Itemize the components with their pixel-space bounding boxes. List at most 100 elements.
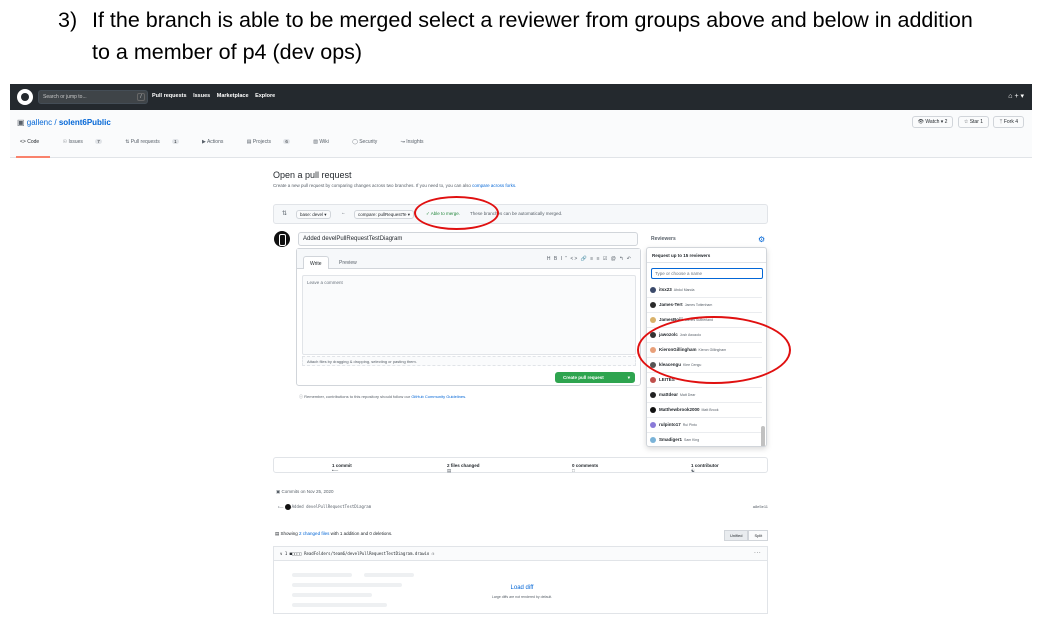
tab-pull-requests[interactable]: ⇅ Pull requests 1	[125, 139, 189, 145]
pr-stats-bar: •— 1 commit ▤ 2 files changed □ 0 commen…	[273, 457, 768, 473]
comment-icon: □	[572, 468, 575, 473]
community-guidelines-link[interactable]: GitHub Community Guidelines.	[411, 394, 466, 399]
star-label: Star	[969, 119, 979, 125]
dropdown-scrollbar[interactable]	[761, 426, 765, 446]
reviewer-login: Smadiger1	[659, 437, 683, 442]
stat-files[interactable]: ▤ 2 files changed	[447, 463, 480, 473]
avatar	[650, 287, 656, 293]
tab-insights-label: Insights	[406, 139, 424, 145]
reviewer-item[interactable]: mattdear Matt Dear	[647, 388, 762, 403]
attach-files-hint[interactable]: Attach files by dragging & dropping, sel…	[302, 356, 636, 366]
caret-down-icon[interactable]: ▾	[628, 375, 630, 381]
avatar[interactable]	[274, 231, 290, 247]
avatar	[650, 377, 656, 383]
page-subtitle: Create a new pull request by comparing c…	[273, 183, 516, 188]
reviewer-fullname: Rui Pinto	[682, 423, 697, 427]
nav-pull-requests[interactable]: Pull requests	[152, 93, 187, 99]
placeholder-line	[364, 573, 414, 577]
tab-security-label: Security	[359, 139, 378, 145]
fork-count: 4	[1015, 119, 1018, 125]
reviewer-login: rulpinto17	[659, 422, 681, 427]
tab-issues-count: 7	[95, 139, 102, 144]
reviewer-item[interactable]: James-Tert James Tottenham	[647, 298, 762, 313]
step-text: If the branch is able to be merged selec…	[92, 8, 973, 64]
tab-insights[interactable]: ↝ Insights	[401, 139, 435, 145]
step-number: 3)	[58, 8, 78, 32]
tab-write[interactable]: Write	[303, 256, 329, 269]
tab-code[interactable]: <> Code	[20, 139, 50, 145]
watch-button[interactable]: 👁 Watch ▾ 2	[911, 116, 954, 128]
reviewer-fullname: Matt Brook	[701, 408, 719, 412]
reviewer-item[interactable]: Smadiger1 Sam King	[647, 433, 762, 446]
repo-icon: ▣	[17, 118, 27, 127]
comment-textarea[interactable]: Leave a comment	[302, 275, 636, 355]
changed-files-link[interactable]: 2 changed files	[299, 531, 329, 536]
stat-comments[interactable]: □ 0 comments	[572, 463, 598, 473]
commits-date: ▣ Commits on Nov 25, 2020	[276, 489, 334, 495]
stat-contributors[interactable]: ☯ 1 contributor	[691, 463, 719, 473]
reviewer-item[interactable]: itsx23 Abdul Manda	[647, 283, 762, 298]
load-diff-link[interactable]: Load diff	[511, 585, 534, 591]
avatar	[650, 302, 656, 308]
split-button[interactable]: Split	[748, 530, 769, 541]
commit-message[interactable]: Added develPullRequestTestDiagram	[292, 504, 371, 509]
people-icon: ☯	[691, 468, 696, 473]
placeholder-line	[292, 593, 372, 597]
reviewer-item[interactable]: Matthewbrook2000 Matt Brook	[647, 403, 762, 418]
slash-key-icon: /	[137, 93, 145, 101]
showing-suffix: with 1 addition and 0 deletions.	[330, 531, 393, 536]
avatar	[650, 317, 656, 323]
search-input[interactable]: Search or jump to... /	[38, 90, 148, 104]
reviewers-label[interactable]: Reviewers	[651, 236, 676, 242]
tab-projects-count: 6	[283, 139, 290, 144]
tab-projects[interactable]: ▤ Projects 6	[247, 139, 301, 145]
gear-icon[interactable]: ⚙	[758, 235, 765, 244]
create-pull-request-button[interactable]: Create pull request ▾	[555, 372, 635, 383]
reviewer-fullname: Matt Dear	[680, 393, 696, 397]
header-user-icons[interactable]: ⌂ + ▾	[1008, 92, 1024, 100]
nav-issues[interactable]: Issues	[193, 93, 210, 99]
reviewer-item[interactable]: rulpinto17 Rui Pinto	[647, 418, 762, 433]
fork-button[interactable]: ᛉ Fork 4	[993, 116, 1024, 128]
file-path[interactable]: ∨ 1 ■□□□□ ReadFolders/team6/develPullReq…	[280, 551, 434, 556]
reviewer-login: James-Tert	[659, 302, 683, 307]
reviewer-login: mattdear	[659, 392, 679, 397]
nav-explore[interactable]: Explore	[255, 93, 275, 99]
repo-actions: 👁 Watch ▾ 2 ☆ Star 1 ᛉ Fork 4	[909, 116, 1024, 128]
avatar	[650, 407, 656, 413]
github-header: Search or jump to... / Pull requests Iss…	[10, 84, 1032, 110]
tab-security[interactable]: ◯ Security	[352, 139, 388, 145]
commits-date-text: Commits on Nov 25, 2020	[281, 489, 334, 494]
base-branch-select[interactable]: base: devel ▾	[296, 210, 331, 219]
tab-actions[interactable]: ▶ Actions	[202, 139, 234, 145]
commit-avatar[interactable]	[284, 504, 291, 510]
contribution-reminder: ⓘ Remember, contributions to this reposi…	[299, 394, 466, 400]
compare-forks-link[interactable]: compare across forks.	[472, 183, 516, 188]
tab-actions-label: Actions	[206, 139, 224, 145]
load-diff-note: Large diffs are not rendered by default.	[491, 595, 553, 599]
annotation-circle-merge	[414, 196, 499, 230]
tab-projects-label: Projects	[252, 139, 271, 145]
repo-owner[interactable]: gallenc	[27, 118, 52, 127]
comment-box: Write Preview H B I “ <> 🔗 ≡ ≡ ☑ @ ↰ ↶ L…	[296, 248, 641, 386]
pr-title-input[interactable]: Added develPullRequestTestDiagram	[298, 232, 638, 246]
tab-preview[interactable]: Preview	[333, 256, 363, 269]
reviewer-filter-input[interactable]: Type or choose a name	[651, 268, 763, 279]
stat-files-text: 2 files changed	[447, 463, 480, 468]
placeholder-line	[292, 583, 402, 587]
star-button[interactable]: ☆ Star 1	[957, 116, 990, 128]
tab-issues[interactable]: ☉ Issues 7	[63, 139, 113, 145]
nav-marketplace[interactable]: Marketplace	[217, 93, 249, 99]
avatar	[650, 422, 656, 428]
unified-button[interactable]: Unified	[724, 530, 749, 541]
github-logo-icon[interactable]	[17, 89, 33, 105]
remember-text: Remember, contributions to this reposito…	[304, 394, 411, 399]
stat-commits[interactable]: •— 1 commit	[332, 463, 352, 473]
commit-sha[interactable]: a8e5e11	[753, 504, 768, 509]
repo-name[interactable]: solent6Public	[59, 118, 111, 127]
compare-icon: ⇅	[282, 211, 288, 217]
tab-wiki[interactable]: ▧ Wiki	[313, 139, 340, 145]
compare-branch-select[interactable]: compare: pullRequestTe ▾	[354, 210, 415, 219]
markdown-toolbar[interactable]: H B I “ <> 🔗 ≡ ≡ ☑ @ ↰ ↶	[547, 256, 632, 262]
file-more-icon[interactable]: ···	[754, 550, 761, 555]
